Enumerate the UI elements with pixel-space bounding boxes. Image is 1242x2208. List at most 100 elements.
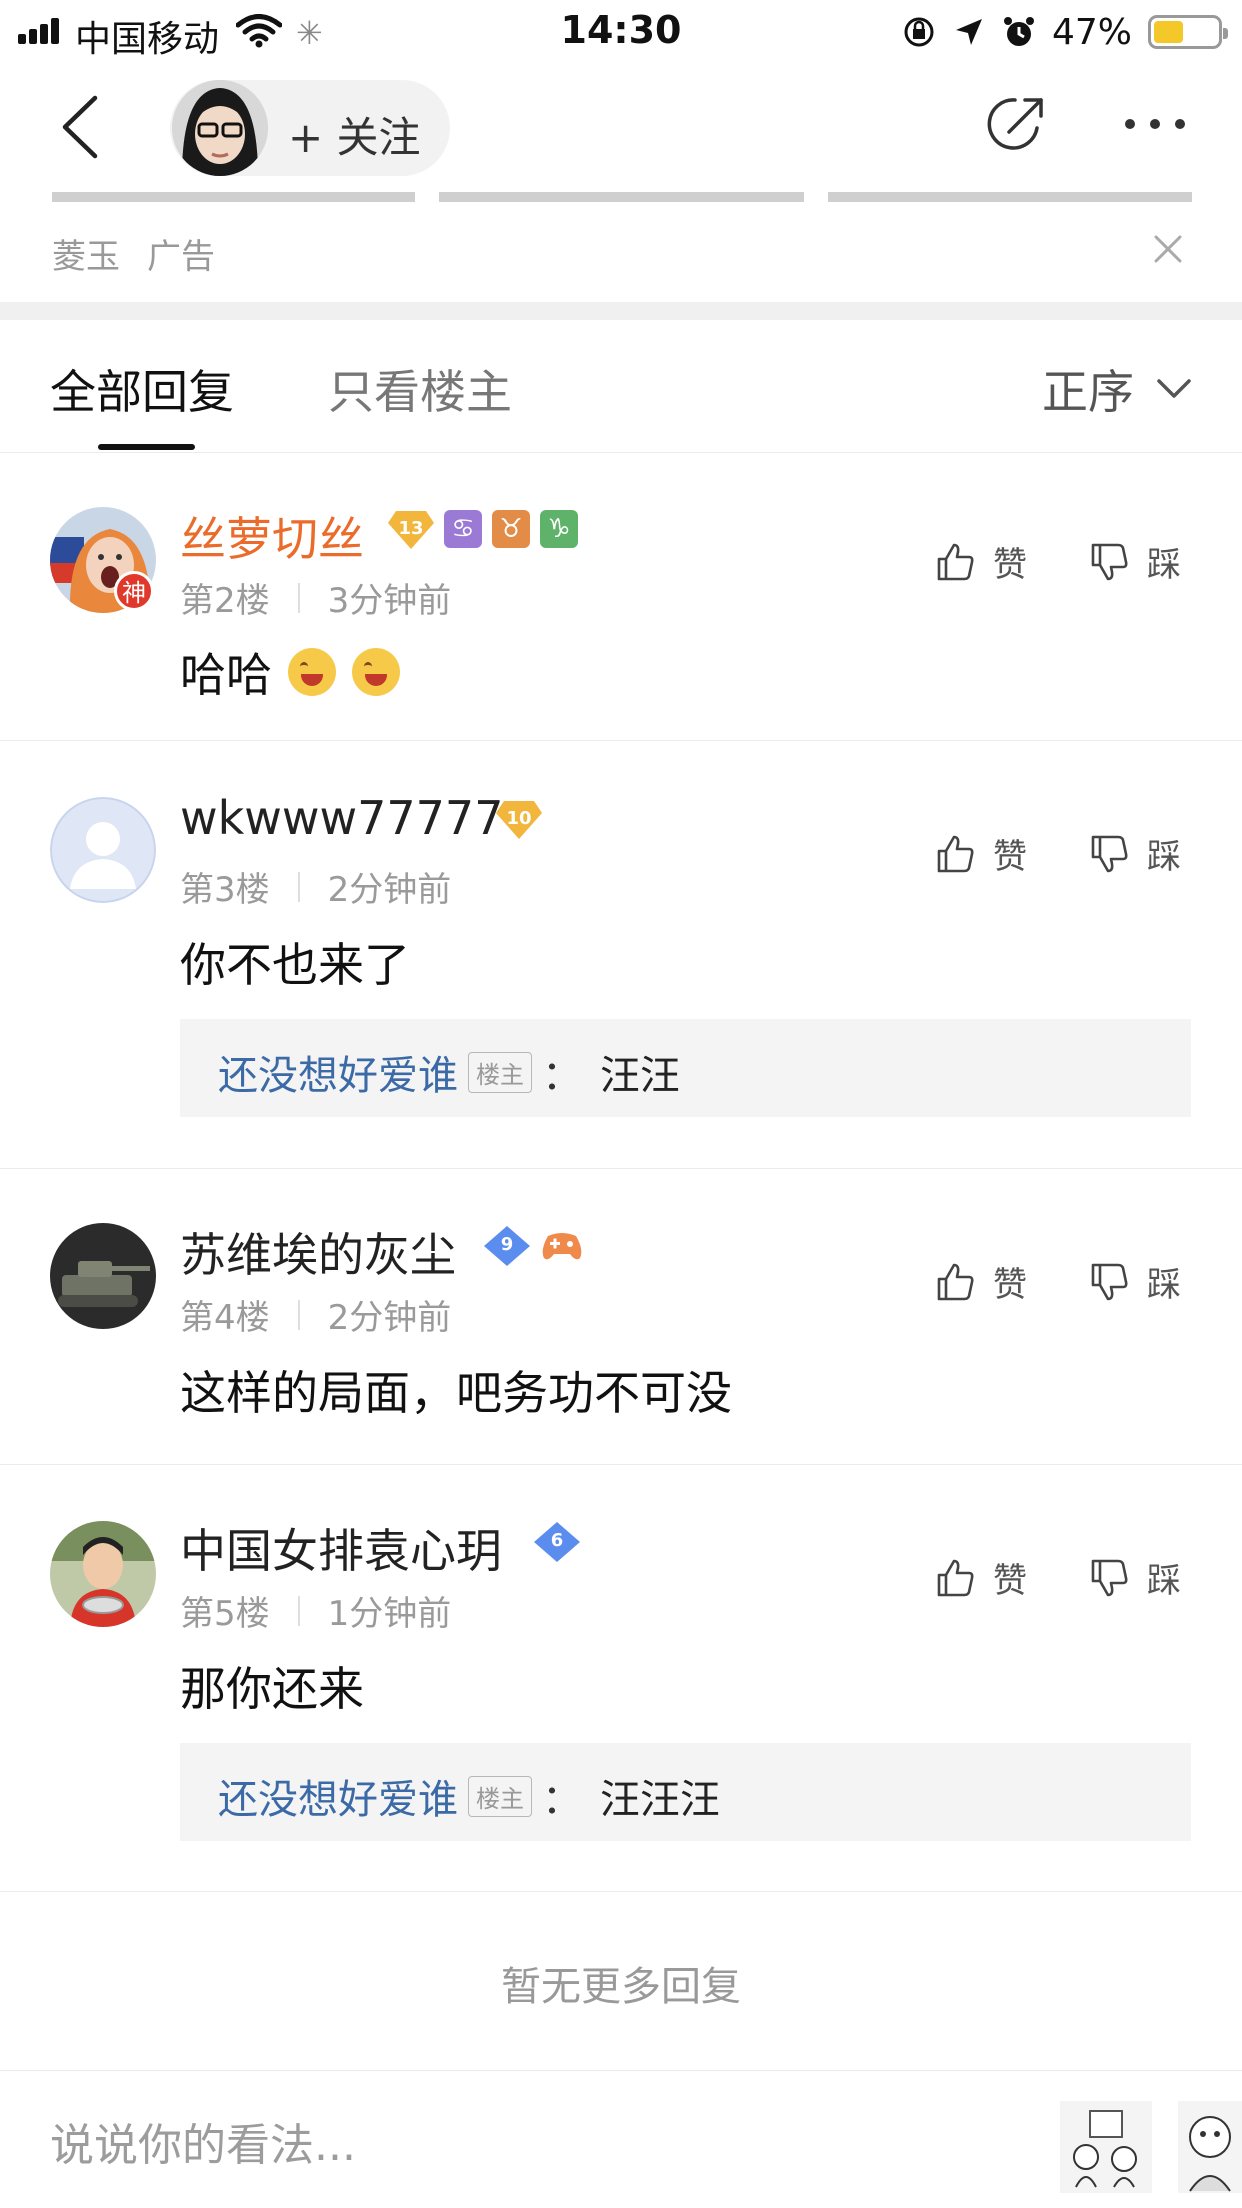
dislike-label: 踩 [1147, 1561, 1181, 1601]
user-badges: 10 [496, 799, 542, 839]
sticker-thumbnail[interactable] [1178, 2101, 1242, 2193]
quote-separator: ： [542, 1777, 582, 1823]
section-divider [0, 302, 1242, 320]
timestamp: 2分钟前 [327, 870, 452, 910]
username[interactable]: 苏维埃的灰尘 [180, 1219, 456, 1285]
reply-meta: 第3楼 2分钟前 [180, 862, 451, 911]
reply-meta: 第5楼 1分钟前 [180, 1586, 451, 1635]
tab-all-replies[interactable]: 全部回复 [50, 356, 234, 422]
ad-row: 菱玉 广告 [0, 215, 1242, 285]
timestamp: 3分钟前 [327, 581, 452, 621]
dislike-label: 踩 [1147, 1265, 1181, 1305]
like-label: 赞 [993, 1561, 1027, 1601]
dislike-button[interactable]: 踩 [1089, 537, 1181, 586]
share-icon[interactable] [985, 92, 1049, 156]
laugh-emoji-icon [288, 648, 336, 696]
floor-number: 第5楼 [180, 1594, 270, 1634]
avatar[interactable] [50, 1521, 156, 1627]
like-label: 赞 [993, 545, 1027, 585]
reply-content[interactable]: 哈哈 [180, 639, 400, 705]
reply-item: 中国女排袁心玥 6 第5楼 1分钟前 那你还来 还没想好爱谁 楼主 ： 汪汪汪 … [0, 1465, 1242, 1892]
game-controller-icon [542, 1233, 582, 1260]
alarm-icon [1003, 17, 1034, 46]
level-badge[interactable]: 10 [496, 799, 542, 839]
quote-text: 汪汪汪 [600, 1777, 720, 1823]
reply-content[interactable]: 那你还来 [180, 1653, 364, 1719]
ad-source[interactable]: 菱玉 [52, 229, 120, 278]
no-more-replies: 暂无更多回复 [501, 1964, 741, 2010]
comment-input[interactable] [50, 2115, 950, 2175]
username[interactable]: wkwww77777 [180, 791, 503, 845]
status-right: 47% [902, 12, 1228, 53]
user-badges: 6 [534, 1522, 580, 1562]
thumbs-down-icon [1091, 543, 1128, 580]
thumbs-down-icon [1091, 835, 1128, 872]
god-badge: 神 [114, 571, 154, 611]
nav-bar: + 关注 [0, 62, 1242, 192]
reply-item: wkwww77777 10 第3楼 2分钟前 你不也来了 还没想好爱谁 楼主 ：… [0, 741, 1242, 1169]
quoted-reply[interactable]: 还没想好爱谁 楼主 ： 汪汪汪 [180, 1743, 1191, 1841]
author-follow-pill[interactable]: + 关注 [170, 80, 450, 176]
dislike-button[interactable]: 踩 [1089, 1553, 1181, 1602]
quoted-reply[interactable]: 还没想好爱谁 楼主 ： 汪汪 [180, 1019, 1191, 1117]
level-badge[interactable]: 9 [484, 1226, 530, 1266]
level-number: 10 [506, 808, 532, 829]
close-icon[interactable] [1153, 234, 1183, 264]
level-badge[interactable]: 13 [388, 509, 434, 549]
tab-op-only[interactable]: 只看楼主 [328, 356, 512, 422]
avatar[interactable] [50, 1223, 156, 1329]
dislike-button[interactable]: 踩 [1089, 829, 1181, 878]
dislike-button[interactable]: 踩 [1089, 1257, 1181, 1306]
thumbs-down-icon [1091, 1263, 1128, 1300]
dislike-label: 踩 [1147, 837, 1181, 877]
reply-content[interactable]: 你不也来了 [180, 929, 410, 995]
reply-text: 你不也来了 [180, 938, 410, 992]
like-button[interactable]: 赞 [935, 1257, 1027, 1306]
ad-image-strip[interactable] [0, 192, 1242, 202]
quote-username[interactable]: 还没想好爱谁 [218, 1767, 458, 1825]
thumbs-up-icon [937, 1263, 974, 1300]
op-tag: 楼主 [468, 1051, 532, 1093]
location-icon [955, 19, 982, 45]
op-tag: 楼主 [468, 1775, 532, 1817]
reply-text: 哈哈 [180, 648, 272, 702]
quote-username[interactable]: 还没想好爱谁 [218, 1043, 458, 1101]
user-badges: 13 ♋ ♉ ♑ [388, 509, 578, 549]
username[interactable]: 中国女排袁心玥 [180, 1515, 502, 1581]
follow-button[interactable]: + 关注 [288, 104, 421, 165]
like-button[interactable]: 赞 [935, 537, 1027, 586]
battery-icon [1148, 15, 1228, 49]
thumbs-up-icon [937, 543, 974, 580]
thumbs-up-icon [937, 1559, 974, 1596]
level-number: 13 [398, 518, 424, 539]
username[interactable]: 丝萝切丝 [180, 503, 364, 569]
avatar[interactable] [50, 797, 156, 903]
reply-content[interactable]: 这样的局面，吧务功不可没 [180, 1357, 732, 1423]
more-icon[interactable] [1122, 114, 1188, 134]
floor-number: 第4楼 [180, 1298, 270, 1338]
quote-separator: ： [542, 1053, 582, 1099]
sticker-thumbnail[interactable] [1060, 2101, 1152, 2193]
reply-text: 这样的局面，吧务功不可没 [180, 1366, 732, 1420]
active-tab-indicator [98, 444, 195, 450]
cancer-icon: ♋ [444, 510, 482, 548]
reply-actions: 赞 踩 [935, 1553, 1181, 1602]
reply-actions: 赞 踩 [935, 829, 1181, 878]
author-avatar[interactable] [172, 80, 268, 176]
level-number: 6 [550, 1530, 564, 1551]
reply-item: 神 丝萝切丝 13 ♋ ♉ ♑ 第2楼 3分钟前 哈哈 赞 踩 [0, 453, 1242, 741]
sort-dropdown[interactable]: 正序 [1042, 356, 1192, 422]
back-icon[interactable] [55, 92, 105, 162]
timestamp: 1分钟前 [327, 1594, 452, 1634]
like-button[interactable]: 赞 [935, 1553, 1027, 1602]
like-button[interactable]: 赞 [935, 829, 1027, 878]
comment-bar [0, 2070, 1242, 2208]
reply-tabs: 全部回复 只看楼主 正序 [0, 320, 1242, 453]
like-label: 赞 [993, 1265, 1027, 1305]
level-number: 9 [500, 1234, 514, 1255]
reply-text: 那你还来 [180, 1662, 364, 1716]
taurus-icon: ♉ [492, 510, 530, 548]
thumbs-up-icon [937, 835, 974, 872]
reply-meta: 第4楼 2分钟前 [180, 1290, 451, 1339]
level-badge[interactable]: 6 [534, 1522, 580, 1562]
